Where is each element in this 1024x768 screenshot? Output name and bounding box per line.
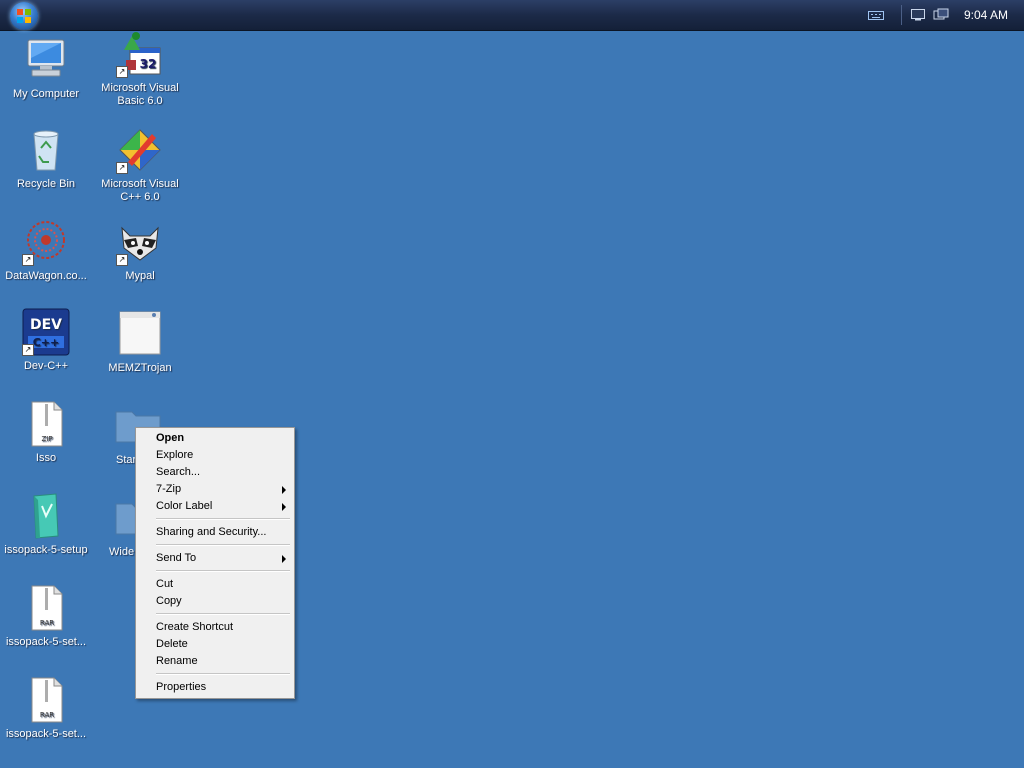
menu-item-label: Delete <box>156 638 188 650</box>
computer-icon <box>22 36 70 84</box>
menu-separator <box>156 518 290 520</box>
desktop-icon-label: issopack-5-set... <box>5 728 87 740</box>
monitor-icon[interactable] <box>910 8 928 22</box>
desktop-icon-issopack-rar-1[interactable]: RAR issopack-5-set... <box>0 584 92 649</box>
mypal-icon: ↗ <box>116 218 164 266</box>
desktop-icon-issopack-rar-2[interactable]: RAR issopack-5-set... <box>0 676 92 741</box>
submenu-arrow-icon <box>282 503 286 511</box>
devcpp-icon: DEV C++ ↗ <box>22 308 70 356</box>
menu-item-label: Rename <box>156 655 198 667</box>
menu-item-label: Cut <box>156 578 174 590</box>
menu-item-send-to[interactable]: Send To <box>156 550 290 567</box>
menu-item-color-label[interactable]: Color Label <box>156 498 290 515</box>
desktop-icon-label: Microsoft Visual C++ 6.0 <box>101 178 179 203</box>
desktop-icon-vc6[interactable]: ↗ Microsoft Visual C++ 6.0 <box>94 126 186 204</box>
menu-item-sharing-security[interactable]: Sharing and Security... <box>156 524 290 541</box>
menu-item-label: Create Shortcut <box>156 621 234 633</box>
desktop-icon-my-computer[interactable]: My Computer <box>0 36 92 101</box>
menu-item-explore[interactable]: Explore <box>156 447 290 464</box>
menu-separator <box>156 673 290 675</box>
desktop-icon-label: My Computer <box>12 88 80 100</box>
menu-item-label: Explore <box>156 449 194 461</box>
menu-gutter <box>136 428 154 698</box>
shortcut-arrow-icon: ↗ <box>22 254 34 266</box>
menu-item-label: Open <box>156 432 185 444</box>
desktop-icon-label: issopack-5-setup <box>4 544 88 556</box>
menu-separator <box>156 544 290 546</box>
menu-separator <box>156 570 290 572</box>
menu-item-label: Sharing and Security... <box>156 526 267 538</box>
system-tray: 9:04 AM <box>867 0 1024 30</box>
submenu-arrow-icon <box>282 486 286 494</box>
desktop-icon-label: Recycle Bin <box>16 178 76 190</box>
keyboard-icon[interactable] <box>867 8 885 22</box>
desktop-icon-label: Mypal <box>125 270 155 282</box>
rar-file-icon: RAR <box>22 584 70 632</box>
menu-item-label: 7-Zip <box>156 483 182 495</box>
windows-logo-icon <box>17 9 31 23</box>
recycle-bin-icon <box>22 126 70 174</box>
menu-separator <box>156 613 290 615</box>
desktop-icon-memztrojan[interactable]: MEMZTrojan <box>94 310 186 375</box>
menu-item-label: Search... <box>156 466 201 478</box>
shortcut-arrow-icon: ↗ <box>116 254 128 266</box>
start-button[interactable] <box>10 2 38 30</box>
svg-text:RAR: RAR <box>40 711 54 719</box>
menu-item-label: Properties <box>156 681 207 693</box>
desktop-icon-label: Isso <box>35 452 57 464</box>
menu-item-properties[interactable]: Properties <box>156 679 290 696</box>
shortcut-arrow-icon: ↗ <box>22 344 34 356</box>
context-menu: Open Explore Search... 7-Zip Color Label… <box>135 427 295 699</box>
tray-divider <box>900 5 902 25</box>
desktop-icon-label: Dev-C++ <box>23 360 69 372</box>
menu-item-delete[interactable]: Delete <box>156 636 290 653</box>
desktop-icon-isso[interactable]: ZIP Isso <box>0 400 92 465</box>
svg-text:DEV: DEV <box>30 317 62 333</box>
svg-text:ZIP: ZIP <box>41 435 52 443</box>
desktop-icon-label: MEMZTrojan <box>108 362 172 374</box>
desktop-icon-mypal[interactable]: ↗ Mypal <box>94 218 186 283</box>
menu-item-copy[interactable]: Copy <box>156 593 290 610</box>
vb6-icon: 32 ↗ <box>116 30 164 78</box>
desktop-icon-label: issopack-5-set... <box>5 636 87 648</box>
submenu-arrow-icon <box>282 555 286 563</box>
datawagon-icon: ↗ <box>22 218 70 266</box>
shortcut-arrow-icon: ↗ <box>116 66 128 78</box>
shortcut-arrow-icon: ↗ <box>116 162 128 174</box>
vc6-icon: ↗ <box>116 126 164 174</box>
network-icon[interactable] <box>932 8 950 22</box>
menu-item-rename[interactable]: Rename <box>156 653 290 670</box>
menu-item-search[interactable]: Search... <box>156 464 290 481</box>
svg-text:RAR: RAR <box>40 619 54 627</box>
taskbar: 9:04 AM <box>0 0 1024 31</box>
setup-icon <box>22 492 70 540</box>
desktop-icon-issopack-setup[interactable]: issopack-5-setup <box>0 492 92 557</box>
desktop-icon-vb6[interactable]: 32 ↗ Microsoft Visual Basic 6.0 <box>94 30 186 108</box>
menu-item-7zip[interactable]: 7-Zip <box>156 481 290 498</box>
menu-item-label: Color Label <box>156 500 213 512</box>
desktop-icon-label: DataWagon.co... <box>5 270 87 282</box>
rar-file-icon: RAR <box>22 676 70 724</box>
menu-item-open[interactable]: Open <box>156 430 290 447</box>
svg-text:32: 32 <box>140 57 157 71</box>
menu-item-label: Send To <box>156 552 197 564</box>
desktop-icon-recycle-bin[interactable]: Recycle Bin <box>0 126 92 191</box>
menu-item-create-shortcut[interactable]: Create Shortcut <box>156 619 290 636</box>
zip-file-icon: ZIP <box>22 400 70 448</box>
desktop-icon-label: Microsoft Visual Basic 6.0 <box>101 82 179 107</box>
menu-item-label: Copy <box>156 595 182 607</box>
svg-text:C++: C++ <box>33 336 60 349</box>
clock[interactable]: 9:04 AM <box>964 8 1008 22</box>
window-icon <box>116 310 164 358</box>
desktop-icon-datawagon[interactable]: ↗ DataWagon.co... <box>0 218 92 283</box>
menu-item-cut[interactable]: Cut <box>156 576 290 593</box>
desktop-icon-devcpp[interactable]: DEV C++ ↗ Dev-C++ <box>0 308 92 373</box>
